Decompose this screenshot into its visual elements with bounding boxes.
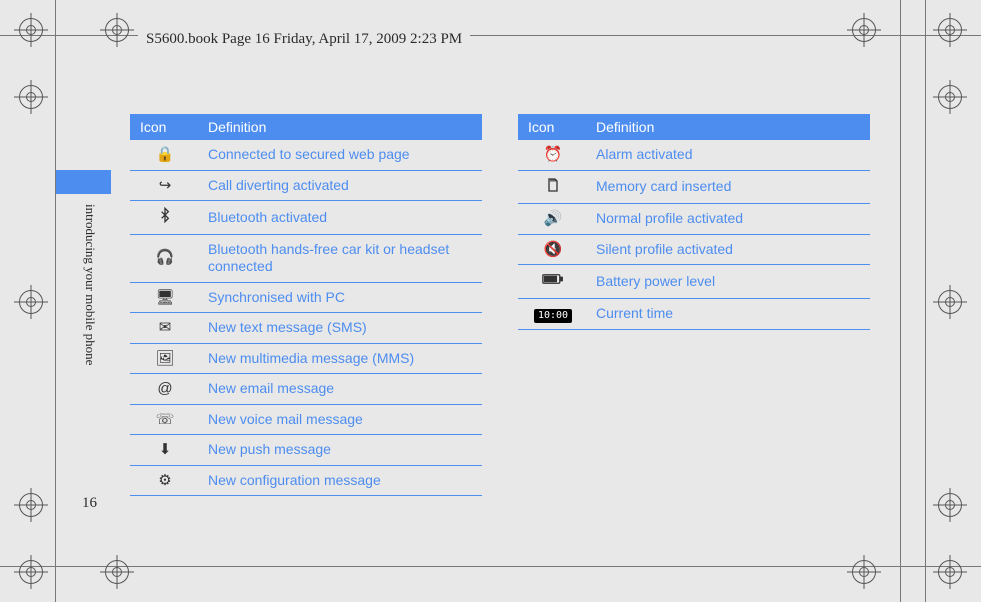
registration-mark-icon [19, 18, 43, 42]
definition-cell: Memory card inserted [586, 170, 870, 204]
bluetooth-headset-icon: 🎧 [130, 234, 198, 282]
table-row: ⬇ New push message [130, 435, 482, 466]
definition-cell: New push message [198, 435, 482, 466]
email-icon: @ [130, 374, 198, 405]
right-column: Icon Definition ⏰ Alarm activated Memory… [518, 114, 870, 496]
running-head: S5600.book Page 16 Friday, April 17, 200… [138, 31, 470, 48]
memory-card-icon [518, 170, 586, 204]
table-header-row: Icon Definition [130, 114, 482, 140]
table-row: Memory card inserted [518, 170, 870, 204]
sync-pc-icon: 🖥 [130, 282, 198, 313]
definition-cell: New voice mail message [198, 404, 482, 435]
alarm-icon: ⏰ [518, 140, 586, 170]
definition-cell: New text message (SMS) [198, 313, 482, 344]
icon-table-right: Icon Definition ⏰ Alarm activated Memory… [518, 114, 870, 330]
table-row: Battery power level [518, 265, 870, 299]
table-row: ✉ New text message (SMS) [130, 313, 482, 344]
bluetooth-icon [130, 201, 198, 235]
table-row: 🔊 Normal profile activated [518, 204, 870, 235]
content-columns: Icon Definition 🔒 Connected to secured w… [130, 114, 870, 496]
config-msg-icon: ⚙ [130, 465, 198, 496]
table-row: ⚙ New configuration message [130, 465, 482, 496]
table-row: 🔇 Silent profile activated [518, 234, 870, 265]
registration-mark-icon [19, 560, 43, 584]
table-row: 🎧 Bluetooth hands-free car kit or headse… [130, 234, 482, 282]
registration-mark-icon [19, 85, 43, 109]
definition-cell: Bluetooth activated [198, 201, 482, 235]
registration-mark-icon [19, 493, 43, 517]
definition-cell: Current time [586, 298, 870, 330]
definition-cell: New multimedia message (MMS) [198, 343, 482, 374]
registration-mark-icon [852, 18, 876, 42]
crop-line [900, 0, 901, 602]
crop-line [55, 0, 56, 602]
table-row: ⏰ Alarm activated [518, 140, 870, 170]
col-header-icon: Icon [130, 114, 198, 140]
page-number: 16 [82, 495, 97, 512]
section-label: introducing your mobile phone [82, 200, 98, 370]
registration-mark-icon [938, 493, 962, 517]
table-row: 🖥 Synchronised with PC [130, 282, 482, 313]
table-row: 🔒 Connected to secured web page [130, 140, 482, 170]
registration-mark-icon [105, 18, 129, 42]
col-header-icon: Icon [518, 114, 586, 140]
push-msg-icon: ⬇ [130, 435, 198, 466]
normal-profile-icon: 🔊 [518, 204, 586, 235]
section-tab [56, 170, 111, 194]
registration-mark-icon [938, 560, 962, 584]
col-header-definition: Definition [586, 114, 870, 140]
registration-mark-icon [938, 290, 962, 314]
definition-cell: Battery power level [586, 265, 870, 299]
battery-icon [518, 265, 586, 299]
registration-mark-icon [852, 560, 876, 584]
table-row: 10:00 Current time [518, 298, 870, 330]
mms-icon: 🖼 [130, 343, 198, 374]
definition-cell: Alarm activated [586, 140, 870, 170]
voicemail-icon: ☏ [130, 404, 198, 435]
sms-icon: ✉ [130, 313, 198, 344]
definition-cell: Connected to secured web page [198, 140, 482, 170]
divert-arrow-icon: ↪ [130, 170, 198, 201]
definition-cell: Normal profile activated [586, 204, 870, 235]
clock-icon: 10:00 [518, 298, 586, 330]
crop-line [925, 0, 926, 602]
table-row: 🖼 New multimedia message (MMS) [130, 343, 482, 374]
lock-globe-icon: 🔒 [130, 140, 198, 170]
registration-mark-icon [938, 85, 962, 109]
table-row: @ New email message [130, 374, 482, 405]
definition-cell: Bluetooth hands-free car kit or headset … [198, 234, 482, 282]
table-row: ☏ New voice mail message [130, 404, 482, 435]
definition-cell: New email message [198, 374, 482, 405]
time-sample: 10:00 [534, 309, 572, 324]
definition-cell: New configuration message [198, 465, 482, 496]
table-row: Bluetooth activated [130, 201, 482, 235]
definition-cell: Synchronised with PC [198, 282, 482, 313]
definition-cell: Call diverting activated [198, 170, 482, 201]
registration-mark-icon [938, 18, 962, 42]
registration-mark-icon [19, 290, 43, 314]
table-header-row: Icon Definition [518, 114, 870, 140]
silent-profile-icon: 🔇 [518, 234, 586, 265]
table-row: ↪ Call diverting activated [130, 170, 482, 201]
registration-mark-icon [105, 560, 129, 584]
col-header-definition: Definition [198, 114, 482, 140]
crop-line [0, 566, 981, 567]
left-column: Icon Definition 🔒 Connected to secured w… [130, 114, 482, 496]
definition-cell: Silent profile activated [586, 234, 870, 265]
icon-table-left: Icon Definition 🔒 Connected to secured w… [130, 114, 482, 496]
